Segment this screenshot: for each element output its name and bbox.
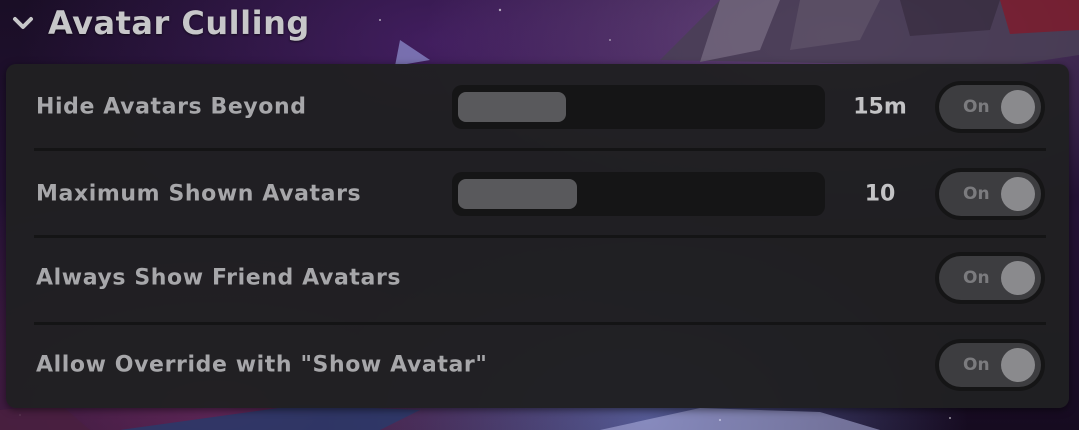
section-header[interactable]: Avatar Culling xyxy=(10,0,310,46)
slider-fill[interactable] xyxy=(458,179,577,209)
toggle-track[interactable]: On xyxy=(939,256,1041,300)
toggle-hide-avatars-beyond[interactable]: On xyxy=(935,81,1045,133)
slider-value: 10 xyxy=(864,181,896,207)
slider-value: 15m xyxy=(853,94,907,120)
setting-row-always-show-friend-avatars: Always Show Friend Avatars On xyxy=(34,235,1046,321)
toggle-label: On xyxy=(963,268,990,288)
toggle-knob[interactable] xyxy=(1001,90,1035,124)
toggle-track[interactable]: On xyxy=(939,85,1041,129)
setting-label: Maximum Shown Avatars xyxy=(36,181,362,207)
setting-row-hide-avatars-beyond: Hide Avatars Beyond 15m On xyxy=(34,64,1046,150)
setting-row-maximum-shown-avatars: Maximum Shown Avatars 10 On xyxy=(34,151,1046,237)
setting-label: Always Show Friend Avatars xyxy=(36,265,402,291)
toggle-maximum-shown-avatars[interactable]: On xyxy=(935,168,1045,220)
setting-row-allow-override-show-avatar: Allow Override with "Show Avatar" On xyxy=(34,322,1046,408)
distance-slider[interactable] xyxy=(452,85,825,129)
section-title: Avatar Culling xyxy=(48,4,310,42)
toggle-label: On xyxy=(963,355,990,375)
toggle-knob[interactable] xyxy=(1001,177,1035,211)
toggle-knob[interactable] xyxy=(1001,348,1035,382)
setting-label: Hide Avatars Beyond xyxy=(36,94,307,120)
max-avatars-slider[interactable] xyxy=(452,172,825,216)
slider-fill[interactable] xyxy=(458,92,566,122)
toggle-always-show-friend-avatars[interactable]: On xyxy=(935,252,1045,304)
toggle-label: On xyxy=(963,184,990,204)
toggle-allow-override-show-avatar[interactable]: On xyxy=(935,339,1045,391)
setting-label: Allow Override with "Show Avatar" xyxy=(36,352,488,378)
toggle-track[interactable]: On xyxy=(939,343,1041,387)
toggle-knob[interactable] xyxy=(1001,261,1035,295)
settings-panel: Hide Avatars Beyond 15m On Maximum Shown… xyxy=(6,64,1069,408)
toggle-label: On xyxy=(963,97,990,117)
toggle-track[interactable]: On xyxy=(939,172,1041,216)
chevron-down-icon[interactable] xyxy=(10,10,36,36)
